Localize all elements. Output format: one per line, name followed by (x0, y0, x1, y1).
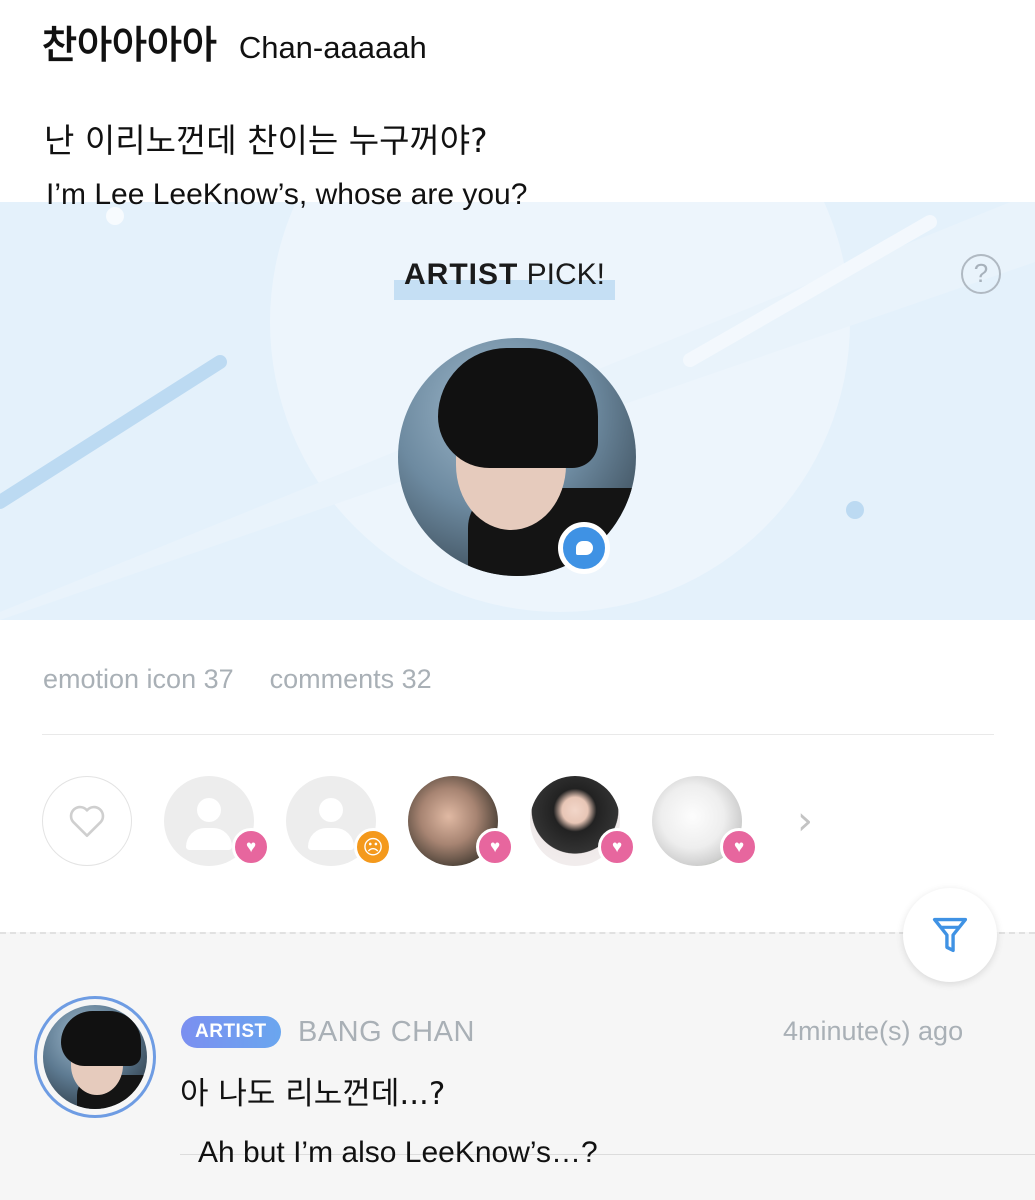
comment-author-avatar[interactable] (34, 996, 156, 1118)
like-button[interactable] (42, 776, 132, 866)
funnel-icon (932, 917, 968, 953)
divider (42, 734, 994, 735)
heart-badge-icon: ♥ (232, 828, 270, 866)
emotion-count[interactable]: emotion icon 37 (43, 664, 234, 695)
artist-pick-label-rest: PICK! (518, 258, 606, 291)
comment-text-translation: Ah but I’m also LeeKnow’s…? (198, 1136, 598, 1169)
heart-badge-icon: ♥ (598, 828, 636, 866)
filter-button[interactable] (903, 888, 997, 982)
post-title-translation: Chan-aaaaah (238, 30, 427, 65)
heart-outline-icon (69, 805, 105, 838)
artist-pick-label-bold: ARTIST (404, 258, 519, 291)
help-icon[interactable]: ? (961, 254, 1001, 294)
avatar-hair (438, 348, 598, 468)
post-title: 찬아아아아 Chan-aaaaah (42, 14, 427, 69)
comment-author-name[interactable]: BANG CHAN (298, 1016, 475, 1049)
post-stats: emotion icon 37 comments 32 (43, 664, 432, 695)
artist-badge: ARTIST (181, 1016, 281, 1048)
post-body-translation: I’m Lee LeeKnow’s, whose are you? (46, 178, 528, 211)
post-body-korean: 난 이리노껀데 찬이는 누구꺼야? (44, 121, 488, 160)
heart-badge-icon: ♥ (476, 828, 514, 866)
heart-badge-icon: ♥ (720, 828, 758, 866)
comment-count[interactable]: comments 32 (270, 664, 432, 695)
message-badge-icon (558, 522, 610, 574)
artist-pick-banner: ARTIST PICK! ? (0, 202, 1035, 620)
post-title-korean: 찬아아아아 (42, 23, 217, 67)
avatar[interactable] (43, 1005, 147, 1109)
comment-timestamp: 4minute(s) ago (783, 1016, 964, 1046)
comment-text-korean: 아 나도 리노껀데...? (180, 1076, 446, 1112)
chevron-right-icon[interactable]: › (797, 798, 813, 844)
artist-pick-label: ARTIST PICK! (394, 254, 616, 300)
angry-face-badge-icon: ☹ (354, 828, 392, 866)
reactions-row: ♥ ☹ ♥ ♥ ♥ › (42, 776, 1002, 872)
